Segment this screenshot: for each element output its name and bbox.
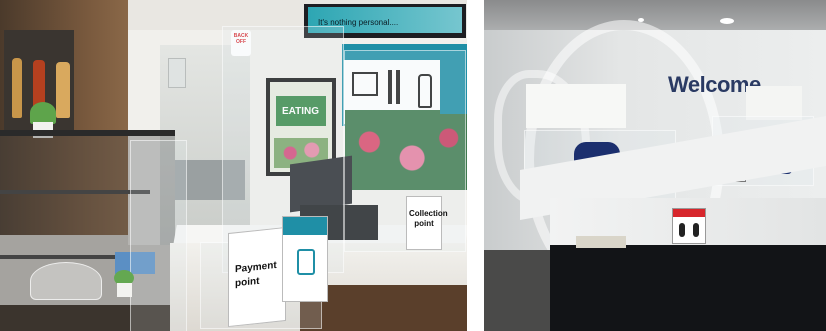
bottle — [12, 58, 22, 118]
contactless-icon — [297, 249, 315, 275]
payment-point-sign: Payment point — [228, 226, 286, 328]
person-icon — [679, 223, 685, 237]
floor — [484, 250, 550, 331]
cabinet-shelf — [0, 190, 150, 194]
small-plant-pot — [117, 283, 132, 297]
light-reflection — [526, 84, 626, 128]
cafe-counter-photo: It's nothing personal.... BACK OFF EATIN… — [0, 0, 467, 331]
glass-dome — [30, 262, 102, 300]
person-icon — [693, 223, 699, 237]
desk-dark-base — [550, 245, 826, 331]
soap-dispenser — [168, 58, 186, 88]
light-reflection — [746, 86, 802, 120]
bottle — [56, 62, 70, 118]
distancing-sticker — [672, 208, 706, 244]
ceiling-light — [720, 18, 734, 24]
payment-point-text: Payment point — [235, 259, 277, 290]
perspex-screen — [344, 50, 466, 252]
sticker-red-band — [673, 209, 705, 217]
contactless-sign-header — [283, 217, 327, 235]
perspex-screen — [130, 140, 187, 331]
contactless-sign — [282, 216, 328, 302]
collection-point-sign: Collection point — [406, 196, 448, 250]
reception-desk-photo: Welcome — [484, 0, 826, 331]
desk-paperwork — [576, 236, 626, 248]
potted-plant — [30, 102, 56, 124]
collection-point-text: Collection point — [409, 209, 448, 228]
